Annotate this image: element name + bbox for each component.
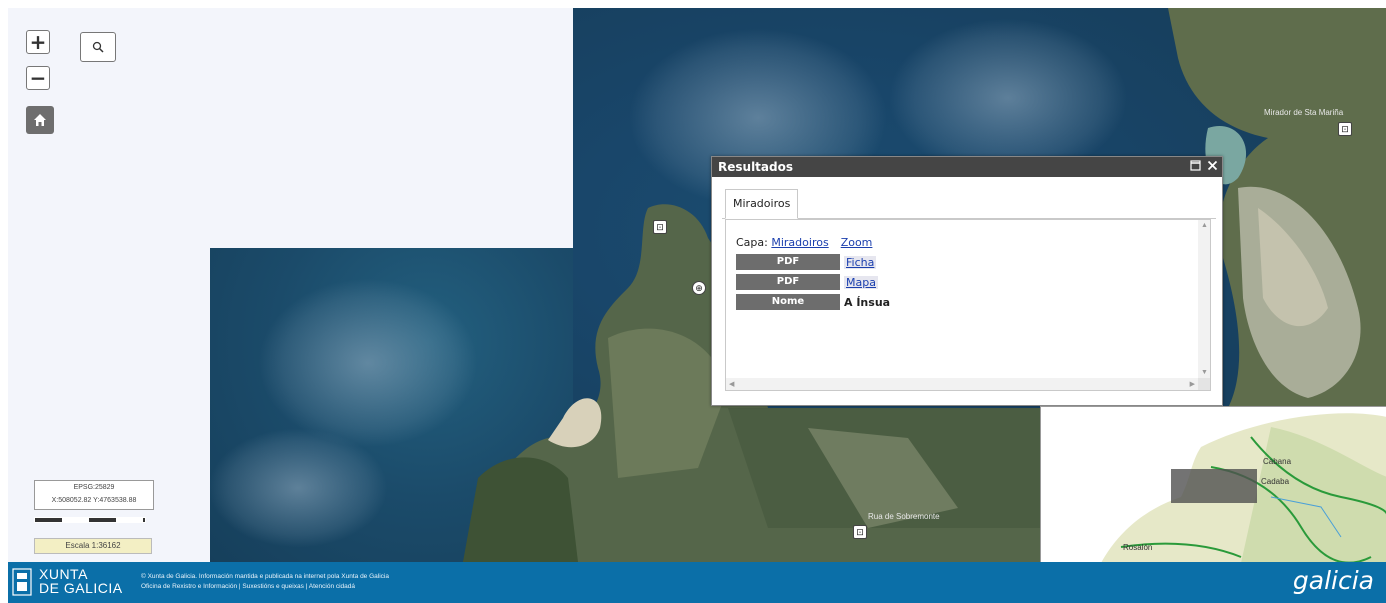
place-label: Mirador de Sta Mariña (1264, 108, 1344, 117)
results-dialog[interactable]: Resultados Miradoiros Capa: Miradoiros Z… (711, 156, 1223, 406)
maximize-icon[interactable] (1190, 157, 1201, 177)
home-icon (34, 114, 46, 126)
result-row: Nome A Ínsua (736, 292, 890, 312)
result-key: PDF (736, 254, 840, 270)
result-key: PDF (736, 274, 840, 290)
copyright-line: © Xunta de Galicia. Información mantida … (141, 573, 389, 580)
zoom-link[interactable]: Zoom (841, 236, 873, 249)
epsg-label: EPSG:25829 (73, 484, 115, 491)
viewpoint-marker[interactable]: ⊡ (653, 220, 667, 234)
selected-viewpoint-marker[interactable]: ⊕ (692, 281, 706, 295)
footer: XUNTA DE GALICIA © Xunta de Galicia. Inf… (8, 562, 1386, 603)
scroll-corner (1198, 378, 1210, 390)
scroll-right-icon[interactable]: ▶ (1190, 380, 1195, 388)
logo-line2: DE GALICIA (39, 580, 123, 596)
scroll-left-icon[interactable]: ◀ (729, 380, 734, 388)
zoom-out-button[interactable]: − (26, 66, 50, 90)
horizontal-scrollbar[interactable]: ◀ ▶ (726, 378, 1198, 390)
footer-text: © Xunta de Galicia. Información mantida … (141, 572, 389, 592)
coordinate-readout: EPSG:25829 X:508052.82 Y:4763538.88 (34, 480, 154, 510)
capa-link[interactable]: Miradoiros (771, 236, 828, 249)
mapa-link[interactable]: Mapa (844, 275, 878, 289)
overview-place-label: Cadaba (1261, 477, 1290, 486)
results-panel[interactable]: Capa: Miradoiros Zoom PDF Ficha PDF Mapa… (725, 219, 1211, 391)
xunta-logo-text[interactable]: XUNTA DE GALICIA (39, 567, 123, 595)
search-button[interactable] (80, 32, 116, 62)
dialog-title: Resultados (718, 160, 793, 174)
scroll-up-icon[interactable]: ▲ (1201, 222, 1208, 229)
result-name-value: A Ínsua (844, 295, 891, 309)
search-icon (92, 41, 104, 53)
layer-row: Capa: Miradoiros Zoom (736, 232, 890, 252)
overview-map[interactable]: Cadaba Cabana Rosalón (1040, 406, 1386, 563)
overview-place-label: Cabana (1263, 457, 1292, 466)
zoom-in-button[interactable]: + (26, 30, 50, 54)
result-row: PDF Mapa (736, 272, 890, 292)
vertical-scrollbar[interactable]: ▲ ▼ (1198, 220, 1210, 378)
results-tabs: Miradoiros (722, 189, 1216, 219)
viewpoint-marker[interactable]: ⊡ (853, 525, 867, 539)
capa-label: Capa: (736, 235, 768, 249)
result-key: Nome (736, 294, 840, 310)
scale-bar (34, 517, 146, 523)
place-label: Rua de Sobremonte (868, 512, 940, 521)
galicia-brand-logo[interactable]: galicia (1293, 566, 1374, 595)
result-row: PDF Ficha (736, 252, 890, 272)
overview-place-label: Rosalón (1123, 543, 1153, 552)
ficha-link[interactable]: Ficha (844, 255, 877, 269)
results-content: Capa: Miradoiros Zoom PDF Ficha PDF Mapa… (736, 232, 890, 312)
dialog-header[interactable]: Resultados (712, 157, 1222, 177)
home-button[interactable] (26, 106, 54, 134)
scale-label: Escala 1:36162 (34, 538, 152, 554)
scroll-down-icon[interactable]: ▼ (1201, 369, 1208, 376)
xunta-shield-icon (12, 568, 32, 596)
tab-miradoiros[interactable]: Miradoiros (725, 189, 799, 219)
coordinate-value: X:508052.82 Y:4763538.88 (51, 497, 137, 504)
overview-extent[interactable] (1171, 469, 1257, 503)
logo-line1: XUNTA (39, 566, 88, 582)
close-icon[interactable] (1207, 157, 1218, 177)
viewpoint-marker[interactable]: ⊡ (1338, 122, 1352, 136)
footer-links[interactable]: Oficina de Rexistro e Información | Suxe… (141, 582, 389, 592)
